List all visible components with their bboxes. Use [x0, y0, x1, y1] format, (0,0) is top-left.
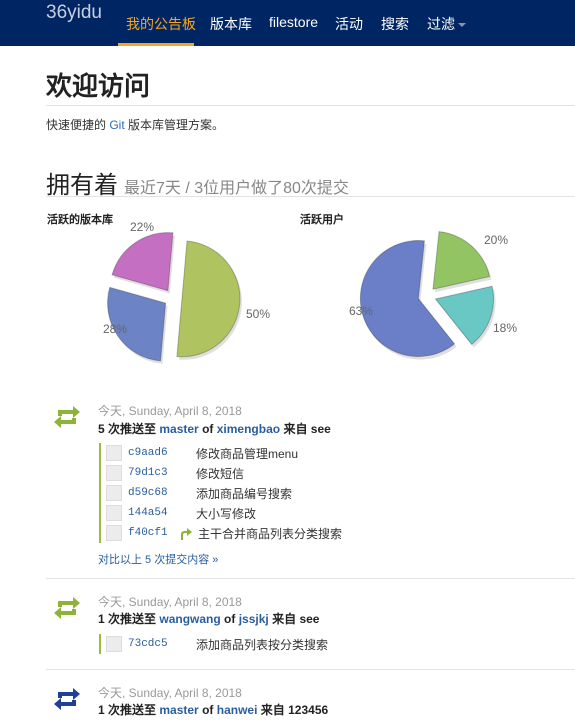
commit-message: 添加商品编号搜索	[196, 486, 293, 501]
compare-commits-link[interactable]: 对比以上 5 次提交内容 »	[98, 551, 218, 567]
repo-link[interactable]: ximengbao	[217, 422, 280, 436]
push-icon	[54, 688, 80, 710]
event-headline: 5 次推送至 master of ximengbao 来自 see	[98, 420, 331, 437]
pie-slice[interactable]	[176, 240, 241, 358]
avatar	[106, 465, 122, 481]
divider	[46, 669, 575, 670]
pie-slice-label: 28%	[103, 322, 127, 336]
commit-sha[interactable]: c9aad6	[128, 447, 196, 459]
branch-link[interactable]: master	[159, 422, 198, 436]
commit-message: 添加商品列表按分类搜索	[196, 637, 329, 652]
commit-message: 修改短信	[196, 466, 245, 481]
event-date: 今天, Sunday, April 8, 2018	[98, 686, 242, 700]
push-icon	[54, 406, 80, 428]
commit-row: c9aad6 修改商品管理menu	[106, 443, 342, 463]
pie-chart-users: 20% 18% 63%	[349, 231, 517, 360]
commit-list: 73cdc5 添加商品列表按分类搜索	[99, 634, 328, 654]
from-text: 来自	[272, 612, 297, 626]
event-date: 今天, Sunday, April 8, 2018	[98, 404, 242, 418]
user-name: see	[310, 422, 331, 436]
commit-row: 144a54 大小写修改	[106, 503, 342, 523]
commit-list: c9aad6 修改商品管理menu 79d1c3 修改短信 d59c68 添加商品编号…	[99, 443, 342, 543]
user-name: 123456	[288, 703, 329, 717]
branch-link[interactable]: wangwang	[159, 612, 220, 626]
push-count: 5 次推送至	[98, 422, 157, 436]
pie-slice[interactable]	[111, 232, 174, 292]
pie-chart-repos: 50% 28% 22%	[103, 220, 270, 364]
pie-slice-label: 50%	[246, 307, 270, 321]
commit-message: 修改商品管理menu	[196, 446, 299, 461]
pie-slice-label: 22%	[130, 220, 154, 234]
commit-message: 大小写修改	[196, 506, 257, 521]
repo-link[interactable]: hanwei	[217, 703, 258, 717]
branch-link[interactable]: master	[159, 703, 198, 717]
merge-icon	[181, 528, 192, 540]
avatar	[106, 636, 122, 652]
commit-row: d59c68 添加商品编号搜索	[106, 483, 342, 503]
of-text: of	[202, 703, 214, 717]
commit-sha[interactable]: d59c68	[128, 487, 196, 499]
of-text: of	[202, 422, 214, 436]
push-icon	[54, 597, 80, 619]
event-headline: 1 次推送至 master of hanwei 来自 123456	[98, 701, 328, 718]
divider	[46, 578, 575, 579]
commit-row: 79d1c3 修改短信	[106, 463, 342, 483]
pie-slice-label: 20%	[484, 233, 508, 247]
event-headline: 1 次推送至 wangwang of jssjkj 来自 see	[98, 610, 319, 627]
commit-row: 73cdc5 添加商品列表按分类搜索	[106, 634, 328, 654]
commit-sha[interactable]: 144a54	[128, 507, 196, 519]
event-date: 今天, Sunday, April 8, 2018	[98, 595, 242, 609]
from-text: 来自	[283, 422, 308, 436]
pie-charts: 50% 28% 22% 20% 18% 63%	[103, 220, 517, 364]
pie-slice-label: 63%	[349, 304, 373, 318]
avatar	[106, 445, 122, 461]
commit-row: f40cf1 主干合并商品列表分类搜索	[106, 523, 342, 543]
avatar	[106, 485, 122, 501]
commit-sha[interactable]: 79d1c3	[128, 467, 196, 479]
commit-message: 主干合并商品列表分类搜索	[198, 526, 343, 541]
push-count: 1 次推送至	[98, 612, 157, 626]
pie-slice-label: 18%	[493, 321, 517, 335]
repo-link[interactable]: jssjkj	[239, 612, 269, 626]
push-count: 1 次推送至	[98, 703, 157, 717]
avatar	[106, 525, 122, 541]
commit-sha[interactable]: 73cdc5	[128, 638, 196, 650]
avatar	[106, 505, 122, 521]
user-name: see	[299, 612, 320, 626]
of-text: of	[224, 612, 236, 626]
from-text: 来自	[260, 703, 285, 717]
